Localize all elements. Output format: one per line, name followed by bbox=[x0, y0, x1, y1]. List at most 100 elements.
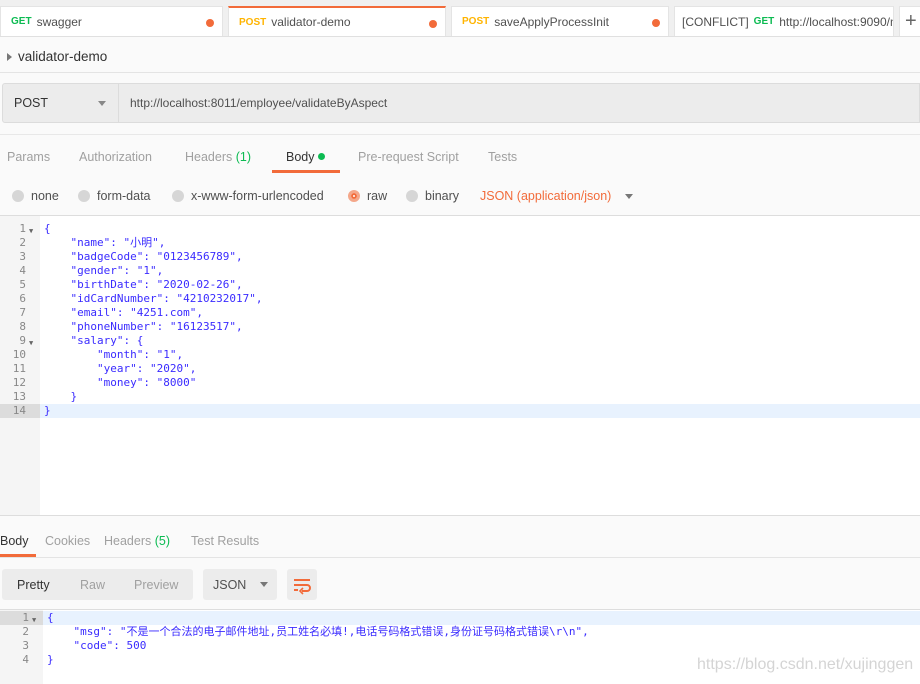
preview-button[interactable]: Preview bbox=[134, 578, 178, 592]
code-text: "code": 500 bbox=[47, 639, 147, 652]
code-text: "badgeCode": "0123456789", bbox=[44, 250, 243, 263]
code-text: { bbox=[47, 611, 54, 624]
plus-icon: + bbox=[905, 10, 917, 32]
tab-saveApplyProcessInit[interactable]: POST saveApplyProcessInit bbox=[451, 6, 669, 36]
tab-validator-demo[interactable]: POST validator-demo bbox=[228, 6, 446, 36]
request-body-editor[interactable]: 1 ▼{2 "name": "小明", 3 "badgeCode": "012345… bbox=[0, 215, 920, 516]
radio-urlencoded[interactable]: x-www-form-urlencoded bbox=[172, 189, 324, 203]
tab-label: Body bbox=[286, 150, 315, 164]
code-line: 2 "msg": "不是一个合法的电子邮件地址,员工姓名必填!,电话号码格式错误… bbox=[0, 625, 920, 639]
line-number: 4 bbox=[22, 653, 29, 666]
code-text: } bbox=[47, 653, 54, 666]
radio-none[interactable]: none bbox=[12, 189, 59, 203]
tab-label: http://localhost:9090/ma bbox=[779, 14, 894, 29]
code-line: 1 ▼{ bbox=[0, 611, 920, 625]
new-tab-button[interactable]: + bbox=[899, 6, 920, 36]
response-tab-cookies[interactable]: Cookies bbox=[45, 534, 90, 548]
tab-tests[interactable]: Tests bbox=[488, 150, 517, 164]
radio-label: raw bbox=[367, 189, 388, 203]
conflict-label: [CONFLICT] bbox=[682, 14, 749, 29]
code-text: "year": "2020", bbox=[44, 362, 197, 375]
tab-label: Headers bbox=[185, 150, 233, 164]
response-tab-headers[interactable]: Headers (5) bbox=[104, 534, 170, 548]
tab-swagger[interactable]: GET swagger bbox=[0, 6, 223, 36]
tab-label: Headers bbox=[104, 534, 152, 548]
radio-label: none bbox=[31, 189, 59, 203]
tab-headers[interactable]: Headers (1) bbox=[185, 150, 251, 164]
radio-icon bbox=[12, 190, 24, 202]
tab-method: GET bbox=[11, 16, 32, 27]
unsaved-dot-icon bbox=[652, 19, 660, 27]
tab-conflict[interactable]: [CONFLICT] GET http://localhost:9090/ma bbox=[674, 6, 894, 36]
line-number: 7 bbox=[19, 306, 26, 319]
headers-count: (5) bbox=[154, 534, 171, 548]
wrap-icon bbox=[294, 579, 311, 595]
code-line: 7 "email": "4251.com", bbox=[0, 306, 920, 320]
tab-label: saveApplyProcessInit bbox=[494, 14, 609, 29]
url-value: http://localhost:8011/employee/validateB… bbox=[130, 96, 388, 110]
tab-body[interactable]: Body bbox=[286, 150, 325, 164]
format-label: JSON bbox=[213, 577, 247, 592]
code-text: "salary": { bbox=[44, 334, 144, 347]
line-number: 1 bbox=[22, 611, 29, 624]
radio-raw[interactable]: raw bbox=[348, 189, 387, 203]
code-line: 6 "idCardNumber": "4210232017", bbox=[0, 292, 920, 306]
watermark: https://blog.csdn.net/xujinggen bbox=[697, 656, 914, 673]
code-line: 14} bbox=[0, 404, 920, 418]
response-tab-body[interactable]: Body bbox=[0, 534, 29, 548]
line-number: 10 bbox=[12, 348, 26, 361]
tab-label: swagger bbox=[36, 14, 82, 29]
line-number: 11 bbox=[12, 362, 26, 375]
method-label: POST bbox=[14, 96, 49, 110]
tab-authorization[interactable]: Authorization bbox=[79, 150, 152, 164]
pretty-button[interactable]: Pretty bbox=[17, 578, 50, 592]
radio-icon bbox=[172, 190, 184, 202]
active-dot-icon bbox=[317, 153, 325, 160]
tab-method: GET bbox=[753, 16, 775, 27]
tab-prerequest-script[interactable]: Pre-request Script bbox=[358, 150, 459, 164]
unsaved-dot-icon bbox=[429, 20, 437, 28]
code-text: "name": "小明", bbox=[44, 236, 166, 249]
request-title-row[interactable]: validator-demo bbox=[7, 49, 107, 64]
format-select[interactable]: JSON bbox=[203, 569, 277, 600]
raw-button[interactable]: Raw bbox=[80, 578, 105, 592]
tab-label: validator-demo bbox=[271, 15, 351, 29]
headers-count: (1) bbox=[235, 150, 252, 164]
response-tab-test-results[interactable]: Test Results bbox=[191, 534, 259, 548]
active-tab-underline bbox=[272, 170, 340, 173]
code-line: 3 "code": 500 bbox=[0, 639, 920, 653]
content-type-select[interactable]: JSON (application/json) bbox=[480, 189, 634, 203]
code-line: 13 } bbox=[0, 390, 920, 404]
line-number: 8 bbox=[19, 320, 26, 333]
line-number: 3 bbox=[19, 250, 26, 263]
code-line: 11 "year": "2020", bbox=[0, 362, 920, 376]
code-line: 8 "phoneNumber": "16123517", bbox=[0, 320, 920, 334]
radio-selected-icon bbox=[348, 190, 360, 202]
code-line: 3 "badgeCode": "0123456789", bbox=[0, 250, 920, 264]
tab-params[interactable]: Params bbox=[7, 150, 50, 164]
line-number: 9 bbox=[19, 334, 26, 347]
line-number: 5 bbox=[19, 278, 26, 291]
divider bbox=[0, 557, 920, 558]
code-text: "email": "4251.com", bbox=[44, 306, 203, 319]
code-line: 5 "birthDate": "2020-02-26", bbox=[0, 278, 920, 292]
radio-form-data[interactable]: form-data bbox=[78, 189, 151, 203]
radio-label: binary bbox=[425, 189, 460, 203]
wrap-lines-button[interactable] bbox=[287, 569, 317, 600]
request-title: validator-demo bbox=[18, 49, 108, 64]
code-text: "money": "8000" bbox=[44, 376, 197, 389]
url-input[interactable]: http://localhost:8011/employee/validateB… bbox=[119, 83, 920, 123]
tab-method: POST bbox=[239, 16, 267, 28]
code-text: "gender": "1", bbox=[44, 264, 164, 277]
code-text: "msg": "不是一个合法的电子邮件地址,员工姓名必填!,电话号码格式错误,身… bbox=[47, 625, 589, 638]
content-type-label: JSON (application/json) bbox=[480, 189, 612, 203]
radio-label: x-www-form-urlencoded bbox=[191, 189, 324, 203]
method-select[interactable]: POST bbox=[2, 83, 119, 123]
line-number: 2 bbox=[19, 236, 26, 249]
line-number: 3 bbox=[22, 639, 29, 652]
code-line: 10 "month": "1", bbox=[0, 348, 920, 362]
tab-method: POST bbox=[462, 16, 490, 27]
radio-binary[interactable]: binary bbox=[406, 189, 459, 203]
code-text: } bbox=[44, 404, 51, 417]
code-line: 12 "money": "8000" bbox=[0, 376, 920, 390]
